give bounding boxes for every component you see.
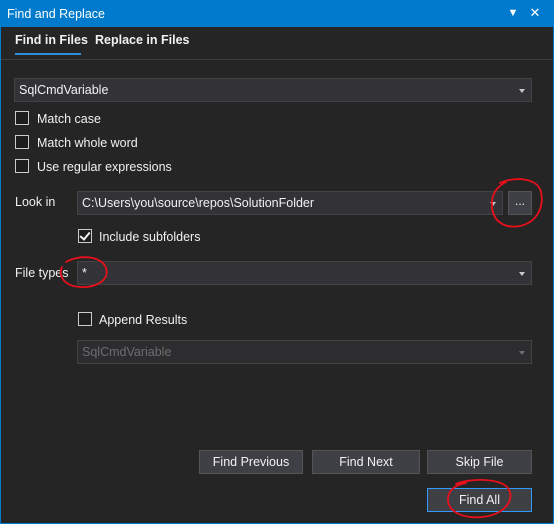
find-next-button[interactable]: Find Next xyxy=(312,450,420,474)
append-results-checkbox[interactable] xyxy=(78,312,92,326)
search-term-value: SqlCmdVariable xyxy=(19,83,109,97)
checkmark-icon xyxy=(79,229,91,241)
browse-folder-button[interactable]: ... xyxy=(508,191,532,215)
find-previous-button[interactable]: Find Previous xyxy=(199,450,303,474)
use-regex-label: Use regular expressions xyxy=(37,160,172,174)
append-results-target-value: SqlCmdVariable xyxy=(82,345,172,359)
match-case-checkbox[interactable] xyxy=(15,111,29,125)
match-whole-word-checkbox[interactable] xyxy=(15,135,29,149)
chevron-down-icon[interactable] xyxy=(519,272,525,276)
tab-replace-in-files[interactable]: Replace in Files xyxy=(95,33,189,47)
use-regex-checkbox[interactable] xyxy=(15,159,29,173)
title-bar[interactable]: Find and Replace ▼ ✕ xyxy=(1,1,553,27)
chevron-down-icon[interactable] xyxy=(490,202,496,206)
look-in-combo[interactable]: C:\Users\you\source\repos\SolutionFolder xyxy=(77,191,503,215)
pin-dropdown-icon[interactable]: ▼ xyxy=(505,4,521,22)
window-title: Find and Replace xyxy=(7,7,105,21)
look-in-label: Look in xyxy=(15,195,56,209)
skip-file-button[interactable]: Skip File xyxy=(427,450,532,474)
tab-find-in-files[interactable]: Find in Files xyxy=(15,33,88,47)
find-all-button[interactable]: Find All xyxy=(427,488,532,512)
append-results-label: Append Results xyxy=(99,313,188,327)
file-types-combo[interactable]: * xyxy=(77,261,532,285)
append-results-target-combo: SqlCmdVariable xyxy=(77,340,532,364)
active-tab-indicator xyxy=(15,53,81,55)
look-in-value: C:\Users\you\source\repos\SolutionFolder xyxy=(82,196,315,210)
match-case-label: Match case xyxy=(37,112,101,126)
chevron-down-icon[interactable] xyxy=(519,89,525,93)
include-subfolders-label: Include subfolders xyxy=(99,230,201,244)
include-subfolders-checkbox[interactable] xyxy=(78,229,92,243)
close-icon[interactable]: ✕ xyxy=(527,4,543,22)
chevron-down-icon xyxy=(519,351,525,355)
match-whole-word-label: Match whole word xyxy=(37,136,138,150)
find-replace-window: Find and Replace ▼ ✕ Find in Files Repla… xyxy=(0,0,554,524)
file-types-label: File types xyxy=(15,266,69,280)
search-term-combo[interactable]: SqlCmdVariable xyxy=(14,78,532,102)
tab-divider xyxy=(1,59,553,60)
file-types-value: * xyxy=(82,266,87,280)
